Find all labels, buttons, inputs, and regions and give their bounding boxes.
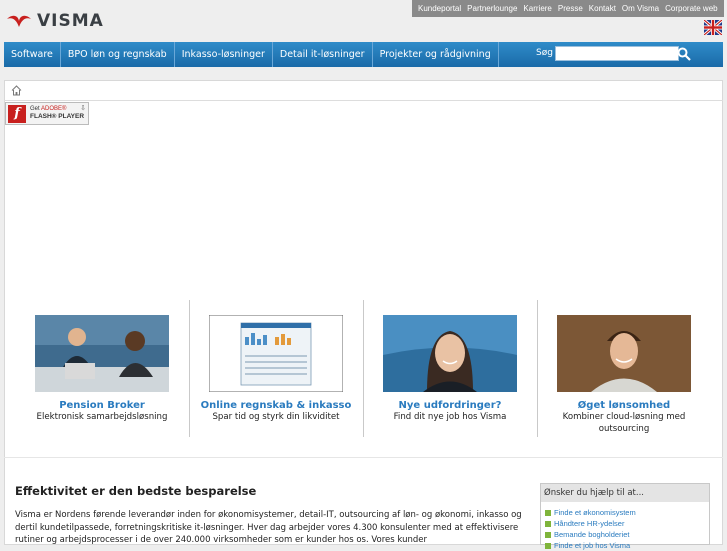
home-icon[interactable]: [11, 85, 22, 96]
woman-portrait-photo: [383, 315, 517, 392]
flash-get-text: Get: [30, 106, 40, 112]
card-subtitle: Kombiner cloud-løsning med outsourcing: [562, 412, 686, 434]
meeting-photo: [35, 315, 169, 392]
promo-card-oget-lonsomhed[interactable]: Øget lønsomhed Kombiner cloud-løsning me…: [537, 300, 711, 440]
promo-card-pension-broker[interactable]: Pension Broker Elektronisk samarbejdsløs…: [15, 300, 189, 440]
man-portrait-photo: [557, 315, 691, 392]
flash-adobe-text: ADOBE®: [41, 106, 67, 112]
nav-item-inkasso[interactable]: Inkasso-løsninger: [175, 42, 273, 67]
logo-wordmark: VISMA: [37, 11, 104, 31]
download-arrow-icon: ⇩: [80, 104, 86, 112]
card-title[interactable]: Pension Broker: [15, 400, 189, 411]
breadcrumb: [4, 80, 723, 101]
visma-swoosh-icon: [7, 15, 31, 27]
flash-logo-icon: f: [8, 104, 26, 123]
card-title[interactable]: Øget lønsomhed: [537, 400, 711, 411]
nav-item-projekter[interactable]: Projekter og rådgivning: [373, 42, 499, 67]
promo-card-online-regnskab[interactable]: Online regnskab & inkasso Spar tid og st…: [189, 300, 363, 440]
software-screenshot: [209, 315, 343, 392]
article-heading: Effektivitet er den bedste besparelse: [15, 484, 257, 498]
search-icon[interactable]: [677, 47, 691, 61]
help-link-okonomisystem[interactable]: Finde et økonomisystem: [545, 507, 636, 518]
get-flash-player-badge[interactable]: f Get ADOBE® FLASH® PLAYER ⇩: [5, 102, 89, 125]
util-link-om-visma[interactable]: Om Visma: [619, 4, 662, 13]
help-link-bogholderiet[interactable]: Bemande bogholderiet: [545, 529, 636, 540]
bullet-arrow-icon: [545, 520, 551, 527]
search-label: Søg: [536, 48, 553, 58]
promo-card-nye-udfordringer[interactable]: Nye udfordringer? Find dit nye job hos V…: [363, 300, 537, 440]
util-link-partnerlounge[interactable]: Partnerlounge: [464, 4, 520, 13]
util-link-karriere[interactable]: Karriere: [520, 4, 554, 13]
help-link-job-visma[interactable]: Finde et job hos Visma: [545, 540, 636, 551]
help-box-heading: Ønsker du hjælp til at...: [541, 484, 709, 502]
bullet-arrow-icon: [545, 531, 551, 538]
nav-item-detail-it[interactable]: Detail it-løsninger: [273, 42, 373, 67]
help-box: Ønsker du hjælp til at... Finde et økono…: [540, 483, 710, 550]
bullet-arrow-icon: [545, 542, 551, 549]
bullet-arrow-icon: [545, 509, 551, 516]
uk-flag-icon[interactable]: [704, 20, 722, 35]
util-link-corporate-web[interactable]: Corporate web: [662, 4, 720, 13]
search-input[interactable]: [555, 46, 679, 61]
flash-product-text: FLASH® PLAYER: [30, 113, 85, 120]
util-link-kontakt[interactable]: Kontakt: [586, 4, 619, 13]
nav-item-software[interactable]: Software: [4, 42, 61, 67]
utility-links: Kundeportal Partnerlounge Karriere Press…: [412, 0, 724, 17]
card-subtitle: Spar tid og styrk din likviditet: [212, 412, 340, 422]
section-divider: [4, 457, 723, 458]
card-title[interactable]: Nye udfordringer?: [363, 400, 537, 411]
card-subtitle: Elektronisk samarbejdsløsning: [36, 412, 168, 422]
help-link-hr-ydelser[interactable]: Håndtere HR-ydelser: [545, 518, 636, 529]
help-links: Finde et økonomisystem Håndtere HR-ydels…: [545, 507, 636, 551]
article-body: Visma er Nordens førende leverandør inde…: [15, 510, 522, 545]
card-title[interactable]: Online regnskab & inkasso: [189, 400, 363, 411]
util-link-kundeportal[interactable]: Kundeportal: [415, 4, 464, 13]
visma-logo[interactable]: VISMA: [6, 10, 104, 32]
util-link-presse[interactable]: Presse: [555, 4, 586, 13]
card-subtitle: Find dit nye job hos Visma: [393, 412, 507, 422]
nav-item-bpo[interactable]: BPO løn og regnskab: [61, 42, 175, 67]
